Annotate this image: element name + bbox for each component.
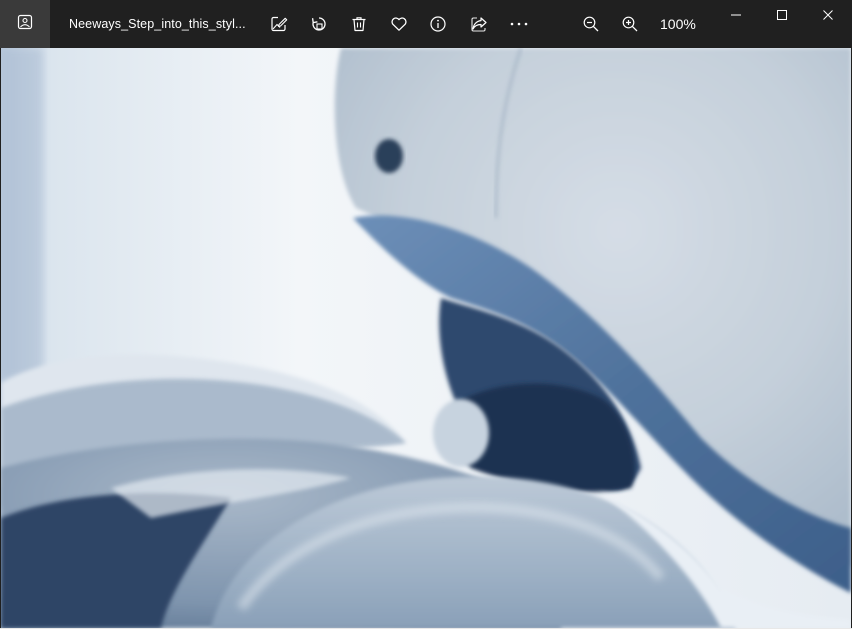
photos-app-window: Neeways_Step_into_this_styl... 100%: [0, 0, 852, 629]
maximize-button[interactable]: [759, 0, 805, 34]
delete-button[interactable]: [341, 6, 377, 42]
zoom-out-button[interactable]: [573, 6, 609, 42]
minimize-button[interactable]: [713, 0, 759, 34]
zoom-level-indicator[interactable]: 100%: [660, 16, 696, 32]
displayed-photo: [1, 48, 851, 628]
more-icon: [509, 21, 529, 27]
gallery-button[interactable]: [0, 0, 50, 48]
favorite-button[interactable]: [381, 6, 417, 42]
zoom-out-icon: [582, 15, 600, 33]
close-button[interactable]: [805, 0, 851, 34]
info-button[interactable]: [420, 6, 456, 42]
file-name-title: Neeways_Step_into_this_styl...: [69, 17, 246, 31]
image-canvas[interactable]: [1, 48, 851, 628]
edit-image-button[interactable]: [261, 6, 297, 42]
zoom-in-icon: [621, 15, 639, 33]
delete-icon: [350, 15, 368, 33]
zoom-in-button[interactable]: [612, 6, 648, 42]
title-bar: Neeways_Step_into_this_styl... 100%: [0, 0, 852, 48]
minimize-icon: [730, 8, 742, 26]
share-button[interactable]: [461, 6, 497, 42]
info-icon: [429, 15, 447, 33]
maximize-icon: [776, 8, 788, 26]
close-icon: [822, 8, 834, 26]
more-options-button[interactable]: [501, 6, 537, 42]
edit-image-icon: [270, 15, 288, 33]
gallery-icon: [17, 14, 33, 35]
rotate-icon: [310, 15, 328, 33]
share-icon: [470, 15, 488, 33]
favorite-icon: [390, 15, 408, 33]
rotate-button[interactable]: [301, 6, 337, 42]
